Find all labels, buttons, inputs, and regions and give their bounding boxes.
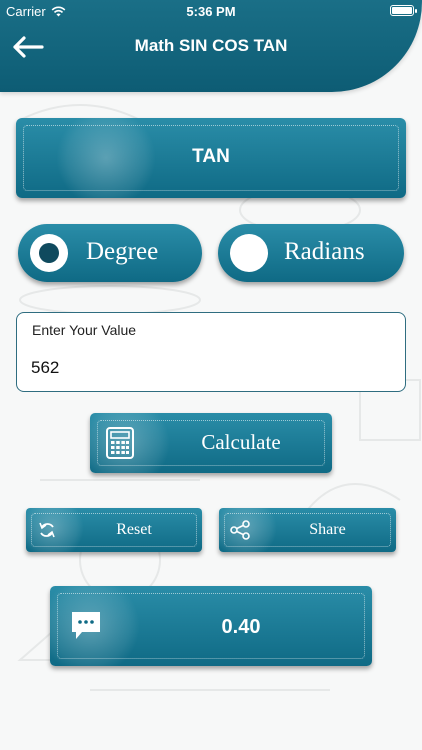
value-input-container: Enter Your Value bbox=[16, 312, 406, 392]
calculator-icon bbox=[106, 427, 134, 459]
radians-radio-indicator bbox=[230, 234, 268, 272]
status-time: 5:36 PM bbox=[186, 4, 236, 19]
value-input[interactable] bbox=[31, 355, 391, 381]
degree-radio-indicator bbox=[30, 234, 68, 272]
radians-label: Radians bbox=[284, 238, 365, 265]
radians-radio-button[interactable]: Radians bbox=[218, 224, 404, 282]
share-button-label: Share bbox=[309, 521, 346, 538]
reset-button[interactable]: Reset bbox=[26, 508, 202, 552]
battery-icon bbox=[390, 5, 417, 16]
calculate-button[interactable]: Calculate bbox=[90, 413, 332, 473]
share-button[interactable]: Share bbox=[219, 508, 396, 552]
status-bar: Carrier 5:36 PM bbox=[0, 0, 422, 22]
function-button[interactable]: TAN bbox=[16, 118, 406, 198]
page-title: Math SIN COS TAN bbox=[134, 36, 288, 55]
degree-radio-button[interactable]: Degree bbox=[18, 224, 202, 282]
function-button-label: TAN bbox=[192, 146, 230, 167]
result-value: 0.40 bbox=[221, 616, 261, 638]
share-icon bbox=[230, 520, 250, 540]
value-input-label: Enter Your Value bbox=[32, 322, 137, 338]
chat-bubble-icon bbox=[72, 612, 100, 639]
refresh-icon bbox=[39, 522, 55, 538]
reset-button-label: Reset bbox=[116, 521, 152, 538]
result-display: 0.40 bbox=[50, 586, 372, 666]
degree-label: Degree bbox=[86, 238, 159, 265]
calculate-button-label: Calculate bbox=[201, 430, 281, 454]
